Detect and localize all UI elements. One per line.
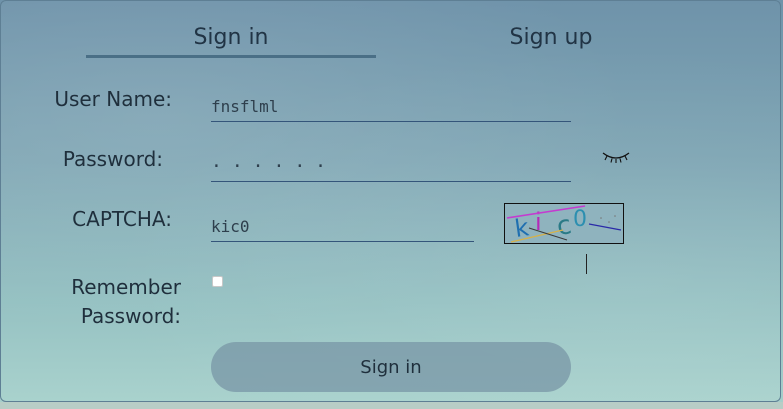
svg-text:0: 0: [573, 207, 587, 232]
username-input[interactable]: [211, 92, 571, 122]
captcha-image-art: k i c 0: [505, 204, 623, 243]
captcha-image[interactable]: k i c 0: [504, 203, 624, 244]
password-label: Password:: [62, 147, 163, 171]
username-label: User Name:: [54, 87, 172, 111]
remember-password-label: Remember Password:: [71, 275, 181, 328]
bottom-strip: [0, 402, 783, 409]
text-cursor: [586, 254, 587, 274]
sign-in-button[interactable]: Sign in: [211, 342, 571, 392]
tab-sign-up[interactable]: Sign up: [441, 25, 661, 50]
login-panel: Sign in Sign up User Name: Password: CAP…: [0, 0, 781, 402]
remember-password-checkbox[interactable]: [212, 276, 223, 287]
tab-sign-in[interactable]: Sign in: [86, 25, 376, 50]
captcha-label: CAPTCHA:: [72, 207, 172, 231]
eye-closed-icon[interactable]: [601, 148, 631, 166]
password-input[interactable]: [211, 152, 571, 182]
captcha-input[interactable]: [211, 212, 474, 242]
active-tab-underline: [86, 55, 376, 58]
